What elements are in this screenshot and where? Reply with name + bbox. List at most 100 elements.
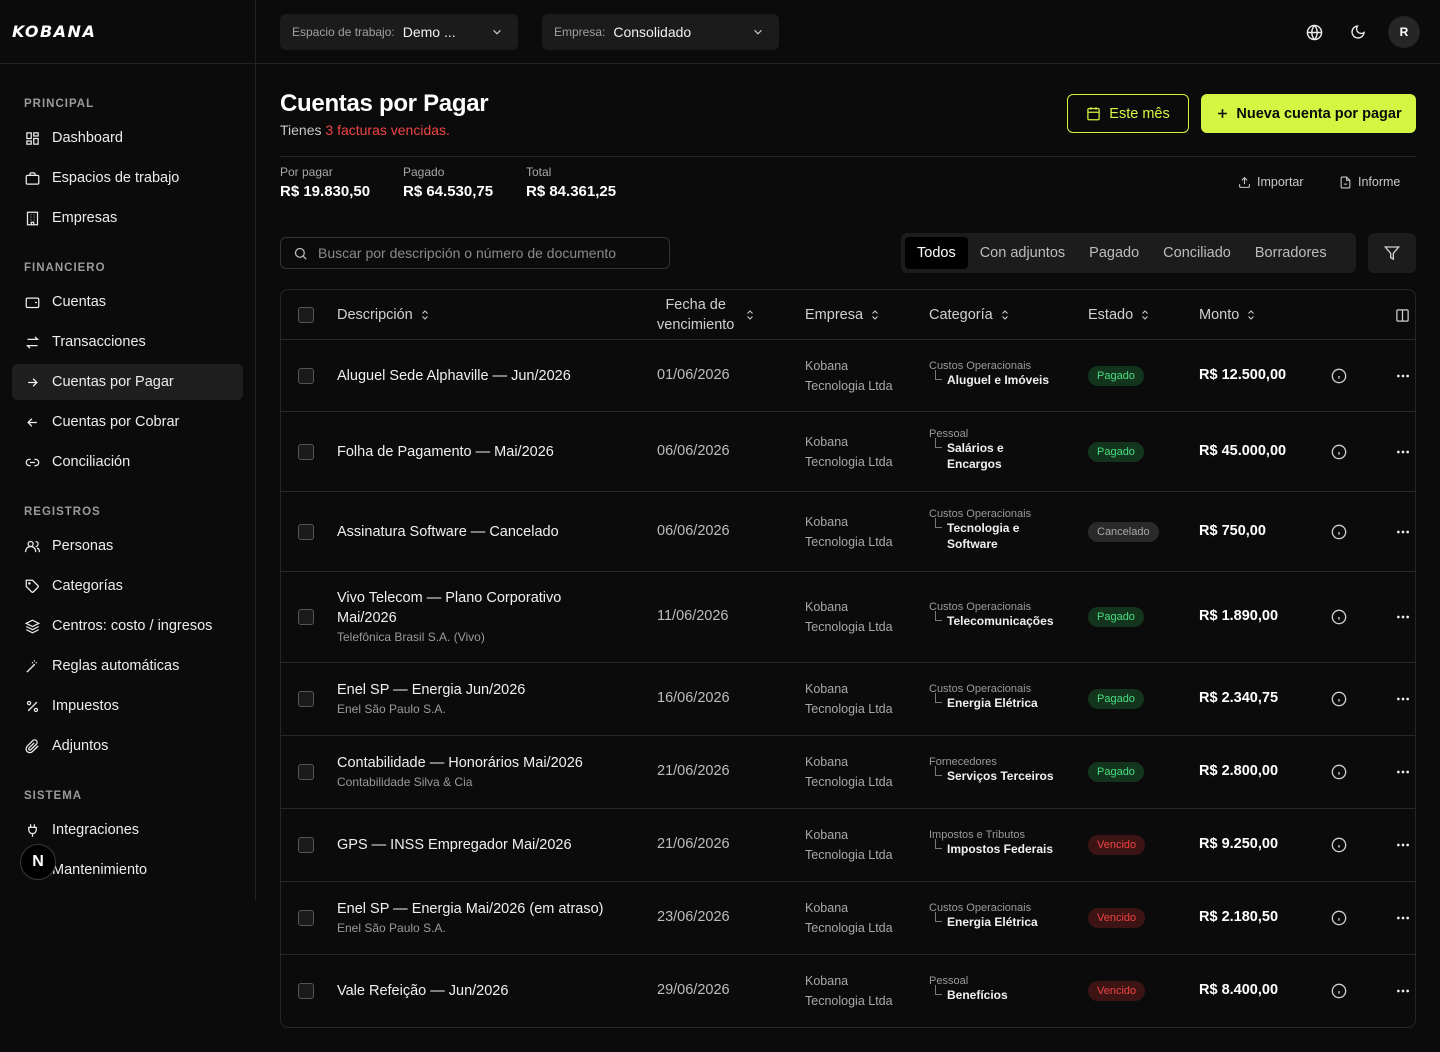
moon-icon[interactable] xyxy=(1342,16,1374,48)
sidebar-item-attachments[interactable]: Adjuntos xyxy=(12,728,243,764)
sidebar-item-reconciliation[interactable]: Conciliación xyxy=(12,444,243,480)
info-icon[interactable] xyxy=(1331,444,1347,460)
sidebar-item-rules[interactable]: Reglas automáticas xyxy=(12,648,243,684)
row-checkbox[interactable] xyxy=(298,837,314,853)
company-line2: Tecnologia Ltda xyxy=(805,620,893,634)
row-checkbox[interactable] xyxy=(298,524,314,540)
table-row[interactable]: Aluguel Sede Alphaville — Jun/2026 01/06… xyxy=(281,340,1415,412)
stat-total: Total R$ 84.361,25 xyxy=(526,165,616,200)
row-category: Custos Operacionais Energia Elétrica xyxy=(929,902,1038,930)
row-checkbox[interactable] xyxy=(298,910,314,926)
stat-value: R$ 64.530,75 xyxy=(403,183,494,200)
header-status[interactable]: Estado xyxy=(1088,290,1151,340)
sidebar-item-workspaces[interactable]: Espacios de trabajo xyxy=(12,160,243,196)
header-amount[interactable]: Monto xyxy=(1199,290,1257,340)
n-badge[interactable]: N xyxy=(20,844,56,880)
more-options-icon[interactable] xyxy=(1395,609,1411,625)
company-line2: Tecnologia Ltda xyxy=(805,535,893,549)
tab-pagado[interactable]: Pagado xyxy=(1077,237,1151,269)
table-row[interactable]: Folha de Pagamento — Mai/2026 06/06/2026… xyxy=(281,412,1415,492)
tag-icon xyxy=(24,578,40,594)
sidebar-item-dashboard[interactable]: Dashboard xyxy=(12,120,243,156)
row-checkbox[interactable] xyxy=(298,983,314,999)
users-icon xyxy=(24,538,40,554)
sidebar-item-companies[interactable]: Empresas xyxy=(12,200,243,236)
globe-icon[interactable] xyxy=(1298,16,1330,48)
more-options-icon[interactable] xyxy=(1395,764,1411,780)
this-month-button[interactable]: Este mês xyxy=(1067,94,1189,133)
header-due-date[interactable]: Fecha de vencimiento xyxy=(657,290,756,340)
table-row[interactable]: GPS — INSS Empregador Mai/2026 21/06/202… xyxy=(281,809,1415,882)
workspace-selector[interactable]: Espacio de trabajo: Demo ... xyxy=(280,14,518,50)
more-options-icon[interactable] xyxy=(1395,910,1411,926)
row-company: Kobana Tecnologia Ltda xyxy=(805,679,893,719)
tab-conciliado[interactable]: Conciliado xyxy=(1151,237,1243,269)
tab-borradores[interactable]: Borradores xyxy=(1243,237,1339,269)
company-selector[interactable]: Empresa: Consolidado xyxy=(542,14,779,50)
tab-con-adjuntos[interactable]: Con adjuntos xyxy=(968,237,1077,269)
row-company: Kobana Tecnologia Ltda xyxy=(805,971,893,1011)
columns-toggle[interactable] xyxy=(1395,290,1410,340)
category-child: Aluguel e Imóveis xyxy=(929,370,1049,388)
row-checkbox[interactable] xyxy=(298,764,314,780)
info-icon[interactable] xyxy=(1331,691,1347,707)
row-checkbox[interactable] xyxy=(298,368,314,384)
info-icon[interactable] xyxy=(1331,983,1347,999)
sort-icon xyxy=(744,308,756,322)
sidebar-item-accounts[interactable]: Cuentas xyxy=(12,284,243,320)
row-description: Folha de Pagamento — Mai/2026 xyxy=(337,442,637,462)
info-icon[interactable] xyxy=(1331,524,1347,540)
filter-button[interactable] xyxy=(1368,233,1416,273)
header-company[interactable]: Empresa xyxy=(805,290,881,340)
search-input[interactable]: Buscar por descripción o número de docum… xyxy=(280,237,670,269)
table-row[interactable]: Enel SP — Energia Jun/2026 Enel São Paulo… xyxy=(281,663,1415,736)
table-row[interactable]: Vivo Telecom — Plano Corporativo Mai/202… xyxy=(281,572,1415,663)
arrow-right-icon xyxy=(24,374,40,390)
info-icon[interactable] xyxy=(1331,910,1347,926)
tab-todos[interactable]: Todos xyxy=(905,237,968,269)
table-row[interactable]: Contabilidade — Honorários Mai/2026 Conta… xyxy=(281,736,1415,809)
plus-icon xyxy=(1215,106,1230,121)
import-button[interactable]: Importar xyxy=(1238,175,1304,189)
sidebar-item-transactions[interactable]: Transacciones xyxy=(12,324,243,360)
status-badge: Pagado xyxy=(1088,762,1144,782)
sidebar-item-integrations[interactable]: Integraciones xyxy=(12,812,243,848)
more-options-icon[interactable] xyxy=(1395,691,1411,707)
info-icon[interactable] xyxy=(1331,837,1347,853)
company-line2: Tecnologia Ltda xyxy=(805,848,893,862)
row-amount: R$ 45.000,00 xyxy=(1199,443,1287,459)
sidebar-item-cost-centers[interactable]: Centros: costo / ingresos xyxy=(12,608,243,644)
sidebar-item-categories[interactable]: Categorías xyxy=(12,568,243,604)
more-options-icon[interactable] xyxy=(1395,368,1411,384)
info-icon[interactable] xyxy=(1331,609,1347,625)
description-text: Enel SP — Energia Jun/2026 xyxy=(337,682,526,698)
table-row[interactable]: Enel SP — Energia Mai/2026 (em atraso) En… xyxy=(281,882,1415,955)
sidebar-item-people[interactable]: Personas xyxy=(12,528,243,564)
more-options-icon[interactable] xyxy=(1395,524,1411,540)
header-description[interactable]: Descripción xyxy=(337,290,431,340)
more-options-icon[interactable] xyxy=(1395,983,1411,999)
new-payable-button[interactable]: Nueva cuenta por pagar xyxy=(1201,94,1416,133)
table-row[interactable]: Vale Refeição — Jun/2026 29/06/2026 Koba… xyxy=(281,955,1415,1027)
header-category[interactable]: Categoría xyxy=(929,290,1011,340)
sidebar-item-label: Cuentas por Cobrar xyxy=(52,414,180,430)
more-options-icon[interactable] xyxy=(1395,444,1411,460)
transfer-icon xyxy=(24,334,40,350)
sidebar-item-taxes[interactable]: Impuestos xyxy=(12,688,243,724)
table-row[interactable]: Assinatura Software — Cancelado 06/06/20… xyxy=(281,492,1415,572)
row-checkbox[interactable] xyxy=(298,444,314,460)
stat-label: Total xyxy=(526,165,552,179)
overdue-warning[interactable]: 3 facturas vencidas. xyxy=(325,122,450,138)
sidebar-item-payables[interactable]: Cuentas por Pagar xyxy=(12,364,243,400)
info-icon[interactable] xyxy=(1331,368,1347,384)
description-text: GPS — INSS Empregador Mai/2026 xyxy=(337,837,572,853)
row-checkbox[interactable] xyxy=(298,609,314,625)
row-checkbox[interactable] xyxy=(298,691,314,707)
sidebar-item-receivables[interactable]: Cuentas por Cobrar xyxy=(12,404,243,440)
avatar[interactable]: R xyxy=(1388,16,1420,48)
select-all-checkbox[interactable] xyxy=(298,307,314,323)
more-options-icon[interactable] xyxy=(1395,837,1411,853)
info-icon[interactable] xyxy=(1331,764,1347,780)
report-button[interactable]: Informe xyxy=(1339,175,1400,189)
category-parent: Impostos e Tributos xyxy=(929,829,1025,841)
